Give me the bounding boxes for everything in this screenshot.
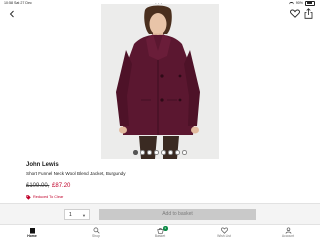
tab-home-label: Home bbox=[27, 234, 37, 238]
price-was: £109.00, bbox=[26, 183, 50, 189]
carousel-dot[interactable] bbox=[140, 150, 145, 155]
reduced-label: Reduced To Clear bbox=[33, 195, 64, 199]
price-tag-icon bbox=[26, 194, 31, 200]
tab-basket[interactable]: 1 Basket bbox=[140, 226, 180, 241]
status-date: Sat 27 Dec bbox=[14, 1, 32, 5]
product-name: Short Funnel Neck Wool Blend Jacket, Bur… bbox=[26, 171, 126, 176]
tab-home[interactable]: Home bbox=[12, 226, 52, 241]
tab-account[interactable]: Account bbox=[268, 226, 308, 241]
carousel-dot[interactable] bbox=[168, 150, 173, 155]
image-carousel-dots[interactable] bbox=[101, 150, 219, 155]
add-to-basket-button[interactable]: Add to basket bbox=[99, 209, 256, 220]
status-indicators: 90% bbox=[288, 0, 315, 7]
carousel-dot[interactable] bbox=[175, 150, 180, 155]
product-brand[interactable]: John Lewis bbox=[26, 161, 59, 169]
chevron-down-icon: ▼ bbox=[82, 213, 86, 218]
home-icon bbox=[29, 228, 35, 234]
carousel-dot[interactable] bbox=[154, 150, 159, 155]
product-photo bbox=[101, 4, 219, 159]
price-row: £109.00, £87.20 bbox=[26, 182, 70, 190]
wifi-icon bbox=[288, 1, 294, 6]
battery-icon bbox=[305, 0, 315, 7]
carousel-dot[interactable] bbox=[133, 150, 138, 155]
tab-wish-list[interactable]: Wish List bbox=[204, 226, 244, 241]
tab-shop[interactable]: Shop bbox=[76, 226, 116, 241]
tab-account-label: Account bbox=[281, 234, 295, 238]
search-icon bbox=[93, 227, 100, 234]
add-to-basket-bar: 1 ▼ Add to basket bbox=[0, 203, 320, 225]
heart-icon bbox=[220, 227, 228, 234]
carousel-dot[interactable] bbox=[161, 150, 166, 155]
bottom-tab-bar: Home Shop 1 Basket Wish List Account bbox=[0, 224, 320, 241]
tab-wish-list-label: Wish List bbox=[217, 234, 231, 238]
battery-percent: 90% bbox=[295, 1, 303, 5]
person-icon bbox=[285, 227, 291, 234]
chevron-left-icon[interactable] bbox=[8, 10, 16, 18]
heart-icon[interactable] bbox=[290, 9, 300, 18]
carousel-dot[interactable] bbox=[182, 150, 187, 155]
quantity-select[interactable]: 1 ▼ bbox=[64, 209, 90, 220]
status-time: 10:58 bbox=[4, 1, 13, 5]
price-now: £87.20 bbox=[52, 183, 71, 189]
carousel-dot[interactable] bbox=[147, 150, 152, 155]
reduced-badge: Reduced To Clear bbox=[26, 194, 63, 200]
product-image[interactable] bbox=[101, 4, 219, 159]
share-icon[interactable] bbox=[304, 8, 313, 19]
tab-shop-label: Shop bbox=[92, 234, 100, 238]
basket-count-badge: 1 bbox=[163, 226, 168, 231]
quantity-value: 1 bbox=[69, 212, 72, 218]
tab-basket-label: Basket bbox=[154, 234, 166, 238]
